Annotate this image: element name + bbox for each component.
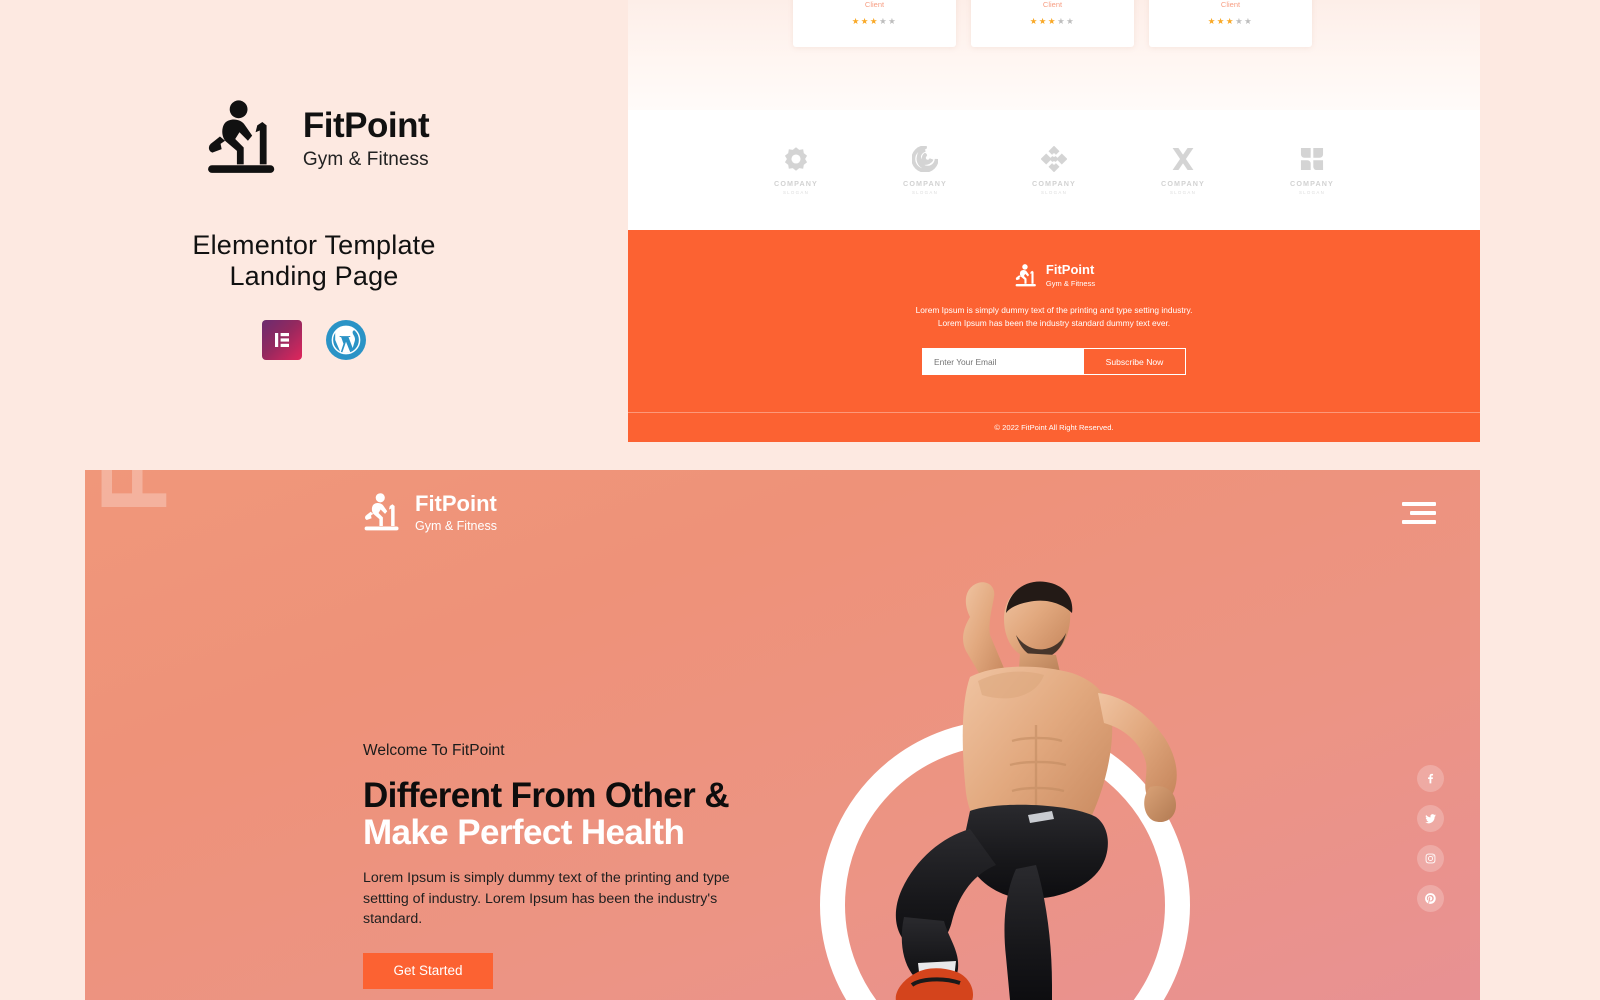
template-preview-panel: Loren Gotlib Client ★★★★★ Jenifer Winget… xyxy=(628,0,1480,442)
cross-x-icon xyxy=(1172,147,1194,170)
four-squares-icon xyxy=(1300,147,1324,170)
testimonial-role: Client xyxy=(864,0,885,9)
rating-stars: ★★★★★ xyxy=(1029,16,1076,26)
treadmill-logo-icon xyxy=(364,492,399,530)
testimonial-card[interactable]: Loren Gotlib Client ★★★★★ xyxy=(793,0,956,47)
instagram-link[interactable] xyxy=(1417,845,1444,872)
get-started-button[interactable]: Get Started xyxy=(363,952,493,989)
newsletter-brand-name: FitPoint xyxy=(1045,262,1095,277)
client-logo: COMPANY SLOGAN xyxy=(889,145,961,195)
facebook-link[interactable] xyxy=(1417,765,1444,792)
client-logo: COMPANY SLOGAN xyxy=(1276,146,1348,195)
testimonial-role: Client xyxy=(1042,0,1063,9)
elementor-icon xyxy=(275,333,289,348)
footer-divider xyxy=(628,412,1480,413)
pinterest-link[interactable] xyxy=(1417,885,1444,912)
instagram-icon xyxy=(1425,853,1436,864)
promo-title: Elementor Template Landing Page xyxy=(192,230,435,292)
client-name: COMPANY xyxy=(1161,178,1205,188)
hero-brand-name: FitPoint xyxy=(415,490,497,516)
client-slogan: SLOGAN xyxy=(1040,189,1068,195)
pinterest-icon xyxy=(1425,893,1436,904)
newsletter-section: FitPoint Gym & Fitness Lorem Ipsum is si… xyxy=(628,230,1480,412)
testimonial-role: Client xyxy=(1220,0,1241,9)
hero-navbar: FitPoint Gym & Fitness xyxy=(85,470,1480,555)
treadmill-logo-icon xyxy=(207,100,275,173)
testimonial-card[interactable]: Samyukta Sehani Client ★★★★★ xyxy=(1149,0,1312,47)
client-logos-section: COMPANY SLOGAN COMPANY SLOGAN COMPANY SL… xyxy=(628,110,1480,230)
client-slogan: SLOGAN xyxy=(1169,189,1197,195)
elementor-badge[interactable] xyxy=(262,320,302,361)
preview-footer: © 2022 FitPoint All Right Reserved. xyxy=(628,412,1480,442)
promo-title-line-2: Landing Page xyxy=(229,261,399,292)
hamburger-menu-icon[interactable] xyxy=(1402,501,1436,524)
promo-panel: FitPoint Gym & Fitness Elementor Templat… xyxy=(0,0,628,470)
client-name: COMPANY xyxy=(1032,178,1076,188)
promo-brand-tagline: Gym & Fitness xyxy=(302,148,429,170)
client-name: COMPANY xyxy=(1290,178,1334,188)
hero-heading-line-1: Different From Other & xyxy=(363,776,730,815)
subscribe-button[interactable]: Subscribe Now xyxy=(1083,348,1186,376)
client-logo: COMPANY SLOGAN xyxy=(760,146,832,195)
newsletter-copy-line-2: Lorem Ipsum has been the industry standa… xyxy=(937,318,1171,329)
wordpress-badge[interactable] xyxy=(326,320,366,361)
hero-heading: Different From Other & Make Perfect Heal… xyxy=(363,777,793,851)
twitter-link[interactable] xyxy=(1417,805,1444,832)
testimonial-card[interactable]: Jenifer Winget Client ★★★★★ xyxy=(971,0,1134,47)
rating-stars: ★★★★★ xyxy=(851,16,898,26)
promo-brand-name: FitPoint xyxy=(302,105,430,145)
testimonials-section: Loren Gotlib Client ★★★★★ Jenifer Winget… xyxy=(628,0,1480,110)
social-links-rail xyxy=(1417,765,1444,912)
client-name: COMPANY xyxy=(903,178,947,188)
star-burst-icon xyxy=(784,146,808,171)
promo-brand-lockup: FitPoint Gym & Fitness xyxy=(199,100,430,178)
hero-paragraph: Lorem Ipsum is simply dummy text of the … xyxy=(363,870,730,928)
rating-stars: ★★★★★ xyxy=(1207,16,1254,26)
client-logo: COMPANY SLOGAN xyxy=(1018,145,1090,195)
client-logo: COMPANY SLOGAN xyxy=(1147,146,1219,195)
newsletter-form: Subscribe Now xyxy=(922,348,1186,376)
testimonial-card-list: Loren Gotlib Client ★★★★★ Jenifer Winget… xyxy=(793,0,1312,47)
hero-brand-tagline: Gym & Fitness xyxy=(415,518,497,533)
page-root: FitPoint Gym & Fitness Elementor Templat… xyxy=(0,0,1600,1000)
newsletter-brand-lockup: FitPoint Gym & Fitness xyxy=(1013,263,1095,288)
hero-heading-line-2: Make Perfect Health xyxy=(363,813,685,853)
copyright-text: © 2022 FitPoint All Right Reserved. xyxy=(994,422,1114,432)
athlete-photo xyxy=(895,581,1177,1000)
newsletter-copy-line-1: Lorem Ipsum is simply dummy text of the … xyxy=(915,305,1193,315)
client-name: COMPANY xyxy=(774,178,818,188)
facebook-icon xyxy=(1428,773,1434,784)
client-slogan: SLOGAN xyxy=(782,189,810,195)
hero-copy-block: Welcome To FitPoint Different From Other… xyxy=(363,742,793,989)
hero-section: FITPOINT FitPoint Gym & Fitness xyxy=(85,470,1480,1000)
email-input[interactable] xyxy=(922,348,1083,376)
newsletter-copy: Lorem Ipsum is simply dummy text of the … xyxy=(916,304,1193,330)
hero-eyebrow: Welcome To FitPoint xyxy=(363,742,505,759)
hero-brand-lockup[interactable]: FitPoint Gym & Fitness xyxy=(360,490,497,533)
diamond-cluster-icon xyxy=(1041,145,1067,172)
client-slogan: SLOGAN xyxy=(911,189,939,195)
spiral-swirl-icon xyxy=(912,145,938,172)
promo-title-line-1: Elementor Template xyxy=(192,230,436,260)
client-slogan: SLOGAN xyxy=(1298,189,1326,195)
treadmill-logo-icon xyxy=(1015,263,1036,286)
newsletter-brand-tagline: Gym & Fitness xyxy=(1045,279,1096,288)
wordpress-icon xyxy=(330,324,362,357)
platform-badges xyxy=(262,320,366,361)
twitter-icon xyxy=(1425,814,1436,824)
